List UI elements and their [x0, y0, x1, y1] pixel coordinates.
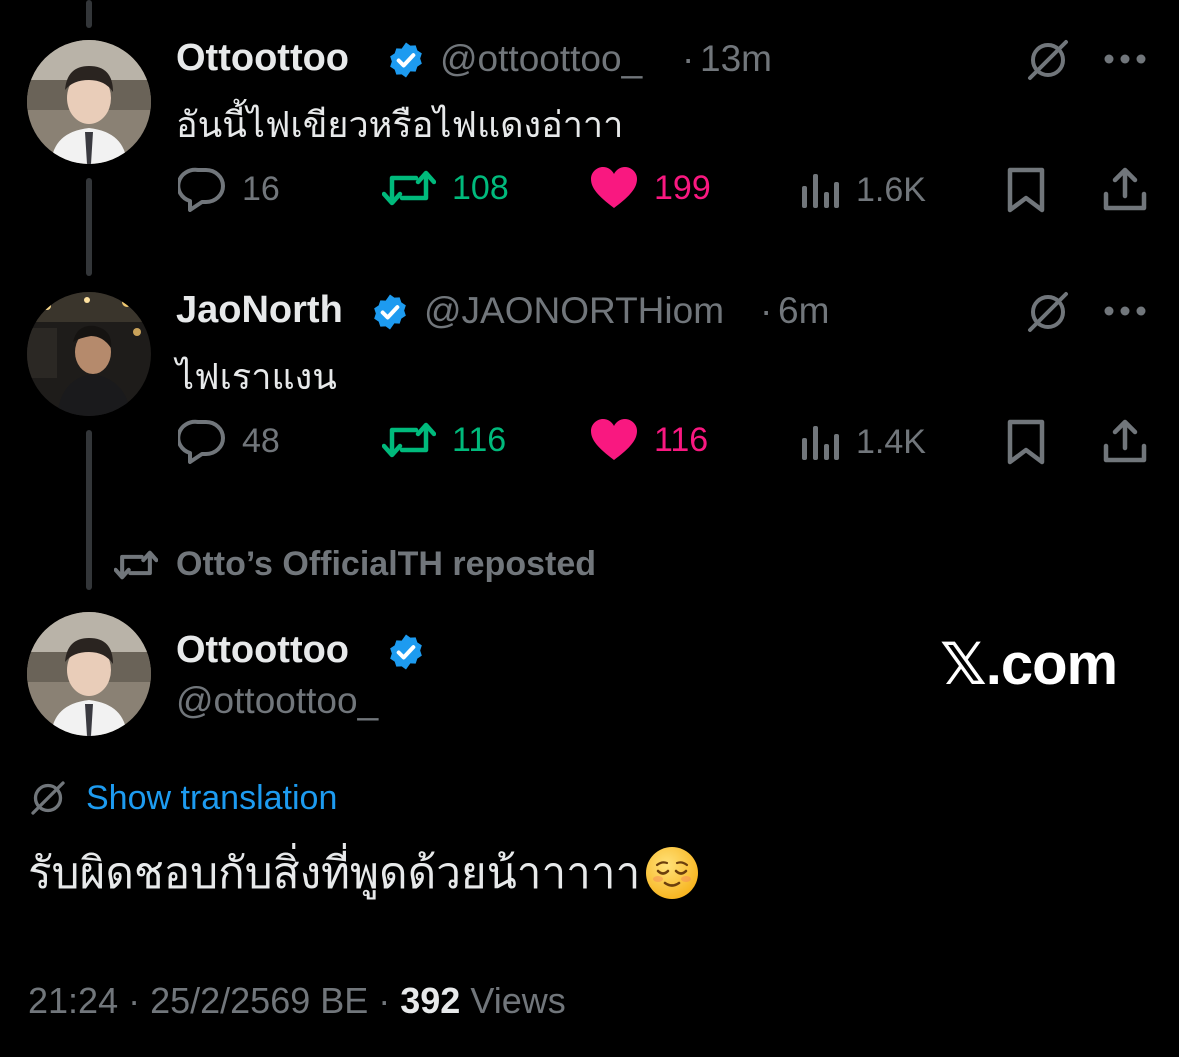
repost-banner[interactable]: Otto’s OfficialTH reposted — [114, 545, 596, 584]
display-name[interactable]: Ottoottoo — [176, 37, 349, 80]
handle[interactable]: @JAONORTHiom — [424, 290, 724, 332]
like-button[interactable]: 199 — [590, 166, 711, 210]
reply-count: 16 — [242, 169, 280, 208]
thread-line-2 — [86, 430, 92, 590]
translate-icon[interactable] — [1024, 36, 1072, 84]
xcom-watermark: 𝕏.com — [940, 632, 1118, 697]
verified-badge-icon — [390, 634, 422, 670]
like-count: 199 — [654, 168, 711, 207]
more-icon[interactable] — [1102, 52, 1148, 66]
timestamp[interactable]: 13m — [700, 38, 772, 80]
tweet-timestamp[interactable]: 21:24 · 25/2/2569 BE · — [28, 980, 400, 1021]
translate-icon — [31, 781, 65, 815]
main-tweet-text: รับผิดชอบกับสิ่งที่พูดด้วยน้าาาาา — [28, 838, 700, 908]
views-icon — [802, 174, 839, 208]
reply-count: 48 — [242, 421, 280, 460]
repost-icon — [382, 170, 436, 206]
repost-count: 108 — [452, 168, 509, 207]
heart-icon — [591, 419, 637, 460]
views-button[interactable]: 1.6K — [800, 170, 926, 210]
like-button[interactable]: 116 — [590, 418, 708, 462]
dot-separator: · — [682, 38, 695, 79]
thread-line-1 — [86, 178, 92, 276]
display-name[interactable]: JaoNorth — [176, 289, 343, 332]
views-count: 1.4K — [856, 422, 926, 461]
translate-icon[interactable] — [1024, 288, 1072, 336]
views-label: Views — [460, 980, 566, 1021]
repost-icon — [382, 422, 436, 458]
share-icon[interactable] — [1102, 166, 1148, 212]
views-count: 1.6K — [856, 170, 926, 209]
verified-badge-icon — [374, 294, 406, 330]
display-name[interactable]: Ottoottoo — [176, 629, 349, 672]
repost-button[interactable]: 108 — [382, 166, 509, 210]
handle[interactable]: @ottoottoo_ — [440, 38, 642, 80]
main-tweet-text-content: รับผิดชอบกับสิ่งที่พูดด้วยน้าาาาา — [28, 849, 641, 898]
reply-icon — [178, 167, 225, 212]
repost-banner-text: Otto’s OfficialTH reposted — [176, 545, 597, 583]
repost-button[interactable]: 116 — [382, 418, 506, 462]
repost-icon — [114, 550, 158, 579]
reply-button[interactable]: 48 — [178, 418, 280, 464]
timestamp[interactable]: 6m — [778, 290, 829, 332]
repost-count: 116 — [452, 420, 507, 459]
views-count[interactable]: 392 — [400, 980, 460, 1021]
dot-separator: · — [760, 290, 773, 331]
handle[interactable]: @ottoottoo_ — [176, 680, 378, 722]
views-button[interactable]: 1.4K — [800, 422, 926, 462]
like-count: 116 — [654, 420, 709, 459]
tweet-text: ไฟเราแงน — [176, 356, 337, 397]
smiling-emoji — [646, 847, 699, 899]
avatar-ottoottoo[interactable] — [27, 612, 151, 736]
share-icon[interactable] — [1102, 418, 1148, 464]
avatar-ottoottoo[interactable] — [27, 40, 151, 164]
bookmark-icon[interactable] — [1006, 418, 1046, 466]
reply-icon — [178, 419, 225, 464]
tweet-meta: 21:24 · 25/2/2569 BE · 392 Views — [28, 980, 566, 1022]
heart-icon — [591, 167, 637, 208]
views-icon — [802, 426, 839, 460]
show-translation-button[interactable]: Show translation — [28, 778, 337, 818]
avatar-jaonorth[interactable] — [27, 292, 151, 416]
verified-badge-icon — [390, 42, 422, 78]
thread-line-top — [86, 0, 92, 28]
more-icon[interactable] — [1102, 304, 1148, 318]
bookmark-icon[interactable] — [1006, 166, 1046, 214]
show-translation-label: Show translation — [86, 778, 338, 817]
tweet-text: อันนี้ไฟเขียวหรือไฟแดงอ่าาา — [176, 104, 624, 145]
reply-button[interactable]: 16 — [178, 166, 280, 212]
